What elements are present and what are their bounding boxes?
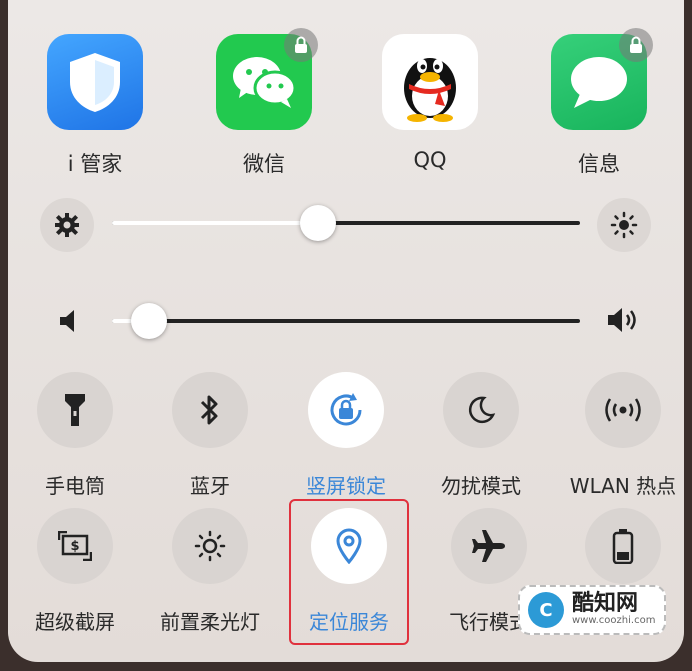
app-shortcut-qq[interactable]: QQ [370, 34, 490, 172]
bluetooth-icon [172, 372, 248, 448]
battery-icon [585, 508, 661, 584]
message-bubble-icon [551, 28, 653, 130]
toggle-label: 前置柔光灯 [160, 610, 260, 634]
flashlight-icon [37, 372, 113, 448]
toggle-label: 手电筒 [45, 474, 105, 498]
toggle-label: WLAN 热点 [569, 474, 677, 498]
toggle-label: 勿扰模式 [441, 474, 521, 498]
shield-icon [47, 34, 143, 130]
screenshot-icon: $ [37, 508, 113, 584]
watermark-url: www.coozhi.com [572, 615, 656, 626]
toggle-label: 超级截屏 [35, 610, 115, 634]
wechat-icon [216, 28, 318, 130]
volume-slider-track[interactable] [112, 319, 580, 323]
brightness-slider-fill [112, 221, 318, 225]
app-label: 信息 [578, 152, 620, 176]
toggle-flashlight[interactable]: 手电筒 [8, 372, 145, 499]
toggle-do-not-disturb[interactable]: 勿扰模式 [411, 372, 551, 499]
svg-text:$: $ [70, 539, 79, 554]
toggle-front-fill-light[interactable]: 前置柔光灯 [140, 508, 280, 635]
toggle-bluetooth[interactable]: 蓝牙 [140, 372, 280, 499]
annotation-highlight-box [289, 499, 409, 645]
brightness-slider-thumb[interactable] [299, 205, 336, 241]
hotspot-icon [585, 372, 661, 448]
app-shortcut-messages[interactable]: 信息 [539, 28, 659, 178]
fill-light-icon [172, 508, 248, 584]
watermark-title: 酷知网 [572, 591, 639, 616]
app-shortcut-wechat[interactable]: 微信 [204, 28, 324, 178]
moon-icon [443, 372, 519, 448]
toggle-super-screenshot[interactable]: $ 超级截屏 [8, 508, 145, 635]
volume-slider-thumb[interactable] [131, 303, 168, 339]
airplane-icon [451, 508, 527, 584]
app-shortcut-i-manager[interactable]: i 管家 [35, 34, 155, 178]
control-center-panel: i 管家 微信 QQ 信息 手电筒 蓝牙 竖屏锁定 勿扰模式 WLAN 热点 $… [8, 0, 684, 662]
app-label: 微信 [243, 152, 285, 176]
app-label: i 管家 [67, 152, 123, 176]
sun-icon [597, 198, 651, 252]
brightness-auto-gear-icon[interactable] [40, 198, 94, 252]
speaker-low-icon [58, 308, 80, 338]
watermark-badge: C 酷知网 www.coozhi.com [518, 585, 666, 635]
rotation-lock-icon [308, 372, 384, 448]
lock-icon [284, 28, 318, 62]
toggle-rotation-lock[interactable]: 竖屏锁定 [276, 372, 416, 499]
toggle-label: 蓝牙 [190, 474, 230, 498]
speaker-high-icon [606, 305, 642, 339]
penguin-icon [382, 34, 478, 130]
toggle-label: 竖屏锁定 [306, 474, 386, 498]
lock-icon [619, 28, 653, 62]
app-label: QQ [413, 148, 447, 172]
toggle-wlan-hotspot[interactable]: WLAN 热点 [553, 372, 684, 499]
coozhi-logo-icon: C [528, 592, 564, 628]
